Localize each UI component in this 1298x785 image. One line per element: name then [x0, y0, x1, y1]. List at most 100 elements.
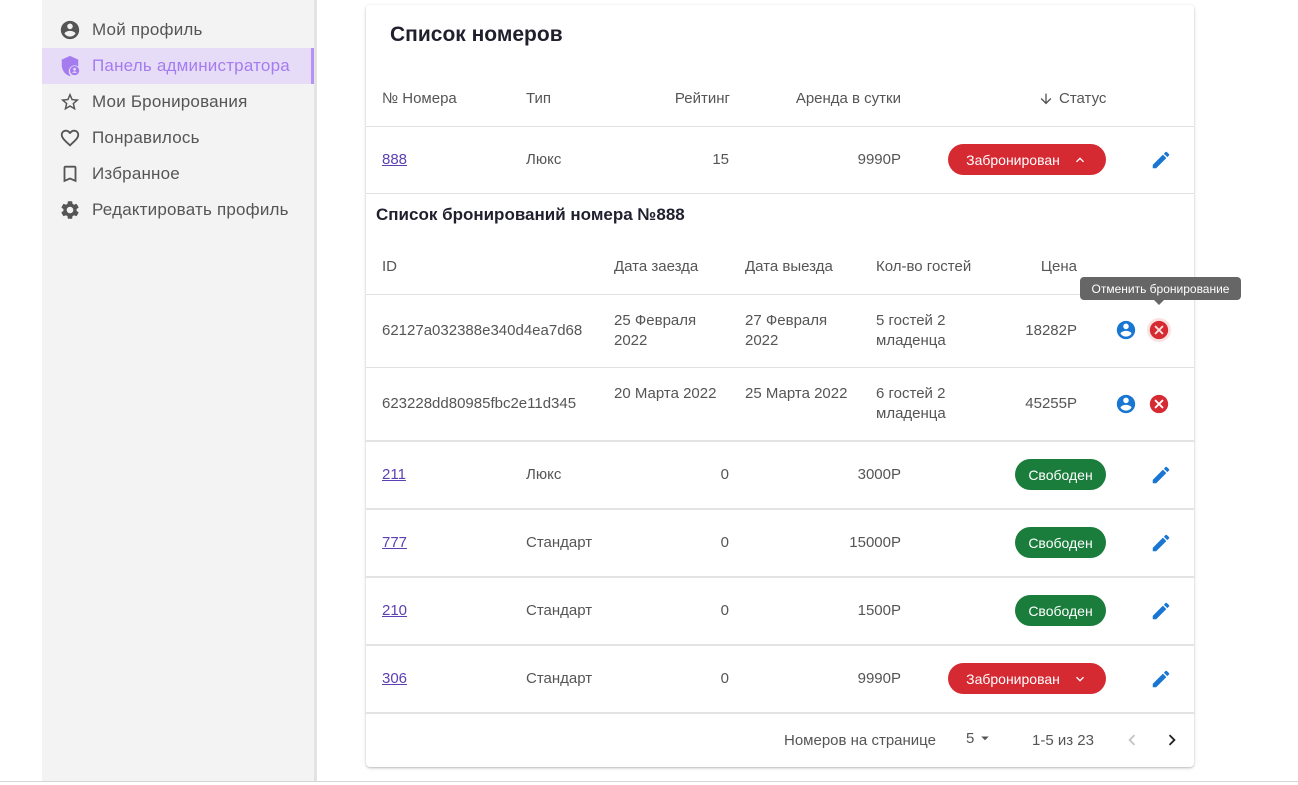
room-number-link[interactable]: 888 — [382, 151, 407, 168]
gear-icon — [59, 199, 81, 221]
edit-room-button[interactable] — [1149, 148, 1173, 172]
cancel-booking-button[interactable] — [1147, 318, 1171, 342]
status-badge-free[interactable]: Свободен — [1015, 459, 1106, 490]
room-rent: 3000Р — [857, 466, 901, 483]
sidebar-item-favorites[interactable]: Избранное — [42, 156, 314, 192]
edit-room-button[interactable] — [1149, 599, 1173, 623]
booking-guests: 6 гостей 2 младенца — [876, 385, 946, 422]
pencil-icon — [1150, 600, 1172, 622]
pagination-range: 1-5 из 23 — [1032, 732, 1094, 749]
pencil-icon — [1150, 668, 1172, 690]
chevron-up-icon — [1072, 152, 1088, 168]
rows-per-page-label: Номеров на странице — [784, 732, 936, 749]
rows-per-page-select[interactable]: 5 — [966, 729, 994, 747]
room-number-link[interactable]: 210 — [382, 602, 407, 619]
booking-checkout: 25 Марта 2022 — [745, 385, 848, 402]
room-number-link[interactable]: 211 — [382, 466, 406, 483]
row-divider — [366, 644, 1194, 646]
status-label: Забронирован — [966, 670, 1060, 687]
chevron-down-icon — [1072, 671, 1088, 687]
edit-room-button[interactable] — [1149, 531, 1173, 555]
column-header-rent[interactable]: Аренда в сутки — [766, 90, 901, 107]
room-rating: 15 — [712, 151, 729, 168]
sidebar-item-my-profile[interactable]: Мой профиль — [42, 12, 314, 48]
pencil-icon — [1150, 149, 1172, 171]
account-circle-icon — [59, 19, 81, 41]
room-number-link[interactable]: 306 — [382, 670, 407, 687]
room-type: Люкс — [526, 151, 562, 168]
view-guest-button[interactable] — [1115, 393, 1137, 415]
row-divider — [366, 508, 1194, 510]
booking-price: 45255Р — [1025, 395, 1077, 412]
sidebar: Мой профиль Панель администратора Мои Бр… — [42, 0, 314, 781]
row-divider — [366, 367, 1194, 368]
status-label: Свободен — [1028, 534, 1093, 551]
status-badge-booked[interactable]: Забронирован — [948, 663, 1106, 694]
pencil-icon — [1150, 532, 1172, 554]
cancel-circle-icon — [1148, 319, 1170, 341]
row-divider — [366, 440, 1194, 442]
room-type: Люкс — [526, 466, 562, 483]
status-badge-free[interactable]: Свободен — [1015, 527, 1106, 558]
rows-per-page-value: 5 — [966, 729, 975, 747]
room-rent: 9990Р — [857, 670, 901, 687]
account-circle-icon — [1115, 393, 1137, 415]
sidebar-item-liked[interactable]: Понравилось — [42, 120, 314, 156]
booking-guests: 5 гостей 2 младенца — [876, 312, 946, 349]
bookings-header-checkout: Дата выезда — [745, 258, 833, 275]
room-type: Стандарт — [526, 602, 593, 619]
edit-room-button[interactable] — [1149, 463, 1173, 487]
row-divider — [366, 193, 1194, 194]
room-type: Стандарт — [526, 670, 593, 687]
booking-price: 18282Р — [1025, 322, 1077, 339]
admin-shield-icon — [59, 55, 81, 77]
row-divider — [366, 126, 1194, 127]
column-header-status-label: Статус — [1059, 90, 1107, 107]
bookmark-outline-icon — [59, 163, 81, 185]
status-label: Забронирован — [966, 151, 1060, 168]
page-title: Список номеров — [390, 23, 563, 46]
booking-checkout: 27 Февраля 2022 — [745, 312, 828, 349]
sidebar-item-my-bookings[interactable]: Мои Бронирования — [42, 84, 314, 120]
booking-checkin: 20 Марта 2022 — [614, 385, 717, 402]
booking-id: 62127a032388e340d4ea7d68 — [382, 322, 583, 339]
sidebar-item-label: Панель администратора — [92, 56, 290, 75]
column-header-rating[interactable]: Рейтинг — [636, 90, 730, 107]
column-header-number[interactable]: № Номера — [382, 90, 457, 107]
pencil-icon — [1150, 464, 1172, 486]
view-guest-button[interactable] — [1115, 319, 1137, 341]
status-badge-booked[interactable]: Забронирован — [948, 144, 1106, 175]
next-page-button[interactable] — [1160, 728, 1184, 752]
star-outline-icon — [59, 91, 81, 113]
status-label: Свободен — [1028, 602, 1093, 619]
room-rent: 9990Р — [857, 151, 901, 168]
account-circle-icon — [1115, 319, 1137, 341]
booking-checkin: 25 Февраля 2022 — [614, 312, 697, 349]
column-header-status[interactable]: Статус — [1038, 90, 1106, 107]
cancel-booking-tooltip: Отменить бронирование — [1080, 277, 1241, 305]
page-bottom-divider — [0, 781, 1298, 782]
bookings-header-checkin: Дата заезда — [614, 258, 699, 275]
room-number-link[interactable]: 777 — [382, 534, 407, 551]
room-rating: 0 — [720, 534, 729, 551]
sidebar-item-edit-profile[interactable]: Редактировать профиль — [42, 192, 314, 228]
status-badge-free[interactable]: Свободен — [1015, 595, 1106, 626]
sidebar-item-label: Мои Бронирования — [92, 92, 248, 111]
room-rating: 0 — [720, 602, 729, 619]
sidebar-item-label: Избранное — [92, 164, 180, 183]
edit-room-button[interactable] — [1149, 667, 1173, 691]
sidebar-divider — [314, 0, 317, 781]
dropdown-arrow-icon — [976, 729, 994, 747]
cancel-circle-icon — [1148, 393, 1170, 415]
cancel-booking-button[interactable] — [1148, 393, 1170, 415]
sidebar-item-admin-panel[interactable]: Панель администратора — [42, 48, 314, 84]
bookings-header-guests: Кол-во гостей — [876, 258, 972, 275]
room-rent: 15000Р — [849, 534, 901, 551]
sidebar-item-label: Понравилось — [92, 128, 200, 147]
row-divider — [366, 294, 1194, 295]
previous-page-button[interactable] — [1120, 728, 1144, 752]
bookings-subtable-title: Список бронирований номера №888 — [376, 205, 685, 224]
bookings-header-id: ID — [382, 258, 397, 275]
column-header-type[interactable]: Тип — [526, 90, 551, 107]
chevron-left-icon — [1121, 729, 1143, 751]
